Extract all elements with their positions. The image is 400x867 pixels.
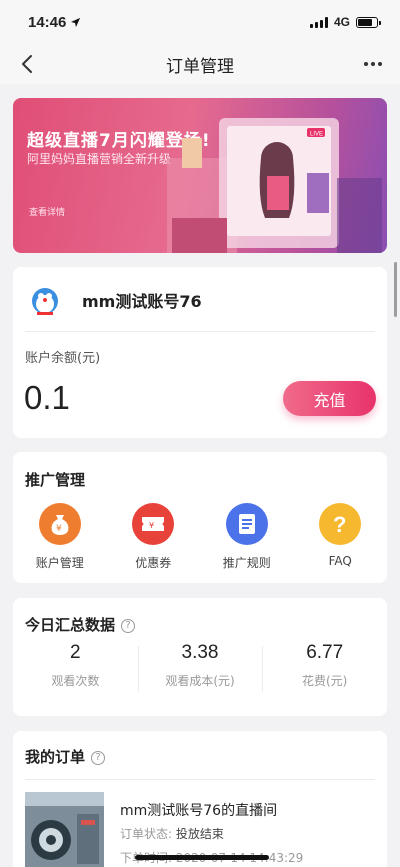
network-type: 4G bbox=[333, 15, 350, 29]
question-icon: ? bbox=[319, 503, 362, 545]
promo-item-label: 账户管理 bbox=[35, 556, 84, 570]
promotion-card: 推广管理 ¥ 账户管理 ¥ 优惠券 推广规则 ? FAQ bbox=[13, 452, 387, 583]
divider bbox=[25, 779, 375, 780]
promo-banner[interactable]: 超级直播7月闪耀登场! 阿里妈妈直播营销全新升级 查看详情 LIVE bbox=[13, 98, 387, 253]
svg-text:¥: ¥ bbox=[56, 524, 62, 534]
stat-value: 2 bbox=[70, 642, 81, 663]
order-title: mm测试账号76的直播间 bbox=[120, 803, 278, 819]
live-badge: LIVE bbox=[310, 132, 323, 138]
svg-text:?: ? bbox=[333, 512, 346, 536]
more-dots-icon bbox=[364, 62, 382, 66]
stat-spend: 6.77 花费(元) bbox=[262, 642, 387, 692]
stat-value: 3.38 bbox=[181, 642, 219, 663]
orders-title: 我的订单 bbox=[25, 748, 86, 766]
battery-icon bbox=[356, 16, 381, 28]
scrollbar[interactable] bbox=[394, 262, 397, 317]
today-summary-title-row: 今日汇总数据? bbox=[25, 614, 136, 635]
avatar bbox=[32, 288, 58, 315]
stat-label: 观看次数 bbox=[51, 674, 100, 688]
status-indicators: 4G bbox=[309, 15, 381, 29]
back-button[interactable] bbox=[12, 49, 42, 79]
status-time: 14:46 bbox=[28, 14, 81, 31]
stats-row: 2 观看次数 3.38 观看成本(元) 6.77 花费(元) bbox=[13, 642, 387, 692]
divider bbox=[25, 331, 375, 332]
promotion-menu: ¥ 账户管理 ¥ 优惠券 推广规则 ? FAQ bbox=[13, 503, 387, 571]
location-arrow-icon bbox=[71, 17, 81, 27]
balance-label: 账户余额(元) bbox=[25, 351, 101, 366]
recharge-button[interactable]: 充值 bbox=[283, 381, 376, 416]
page-title: 订单管理 bbox=[166, 56, 234, 77]
today-summary-card: 今日汇总数据? 2 观看次数 3.38 观看成本(元) 6.77 花费(元) bbox=[13, 598, 387, 716]
stat-label: 观看成本(元) bbox=[165, 674, 235, 688]
banner-illustration: LIVE bbox=[167, 118, 382, 253]
document-icon bbox=[225, 503, 268, 545]
faq-button[interactable]: ? FAQ bbox=[294, 503, 388, 571]
account-name: mm测试账号76 bbox=[82, 292, 202, 311]
promo-item-label: 优惠券 bbox=[135, 556, 172, 570]
stat-label: 花费(元) bbox=[301, 674, 348, 688]
coupon-button[interactable]: ¥ 优惠券 bbox=[107, 503, 201, 571]
svg-text:¥: ¥ bbox=[149, 521, 154, 530]
nav-bar: 订单管理 bbox=[0, 44, 400, 84]
help-icon[interactable]: ? bbox=[121, 618, 136, 633]
promotion-title: 推广管理 bbox=[25, 471, 86, 489]
promo-item-label: 推广规则 bbox=[222, 556, 271, 570]
signal-icon bbox=[309, 16, 328, 28]
stat-views: 2 观看次数 bbox=[13, 642, 138, 689]
balance-value: 0.1 bbox=[24, 379, 70, 416]
promotion-rules-button[interactable]: 推广规则 bbox=[200, 503, 294, 571]
stat-view-cost: 3.38 观看成本(元) bbox=[137, 642, 263, 692]
clock-text: 14:46 bbox=[28, 13, 67, 31]
order-status-value: 投放结束 bbox=[175, 827, 224, 841]
battery-level bbox=[358, 18, 373, 26]
more-button[interactable] bbox=[358, 49, 388, 79]
money-bag-icon: ¥ bbox=[38, 503, 81, 545]
banner-subtitle: 阿里妈妈直播营销全新升级 bbox=[27, 152, 172, 166]
account-card: mm测试账号76 账户余额(元) 0.1 充值 bbox=[13, 267, 387, 438]
today-summary-title: 今日汇总数据 bbox=[25, 616, 116, 634]
account-management-button[interactable]: ¥ 账户管理 bbox=[13, 503, 107, 571]
promo-item-label: FAQ bbox=[328, 554, 352, 568]
stat-value: 6.77 bbox=[306, 642, 344, 663]
banner-detail-link[interactable]: 查看详情 bbox=[29, 205, 65, 218]
orders-title-row: 我的订单? bbox=[25, 746, 106, 767]
order-status-label: 订单状态: bbox=[120, 827, 176, 841]
order-thumbnail bbox=[25, 792, 104, 867]
home-indicator bbox=[135, 855, 269, 860]
chevron-left-icon bbox=[22, 55, 32, 73]
coupon-icon: ¥ bbox=[132, 503, 175, 545]
order-status: 订单状态: 投放结束 bbox=[120, 825, 224, 842]
orders-card: 我的订单? mm测试账号76的直播间 订单状态: 投放结束 下单时间: 2020… bbox=[13, 731, 387, 867]
help-icon[interactable]: ? bbox=[91, 750, 106, 765]
status-bar: 14:46 4G bbox=[0, 0, 400, 44]
